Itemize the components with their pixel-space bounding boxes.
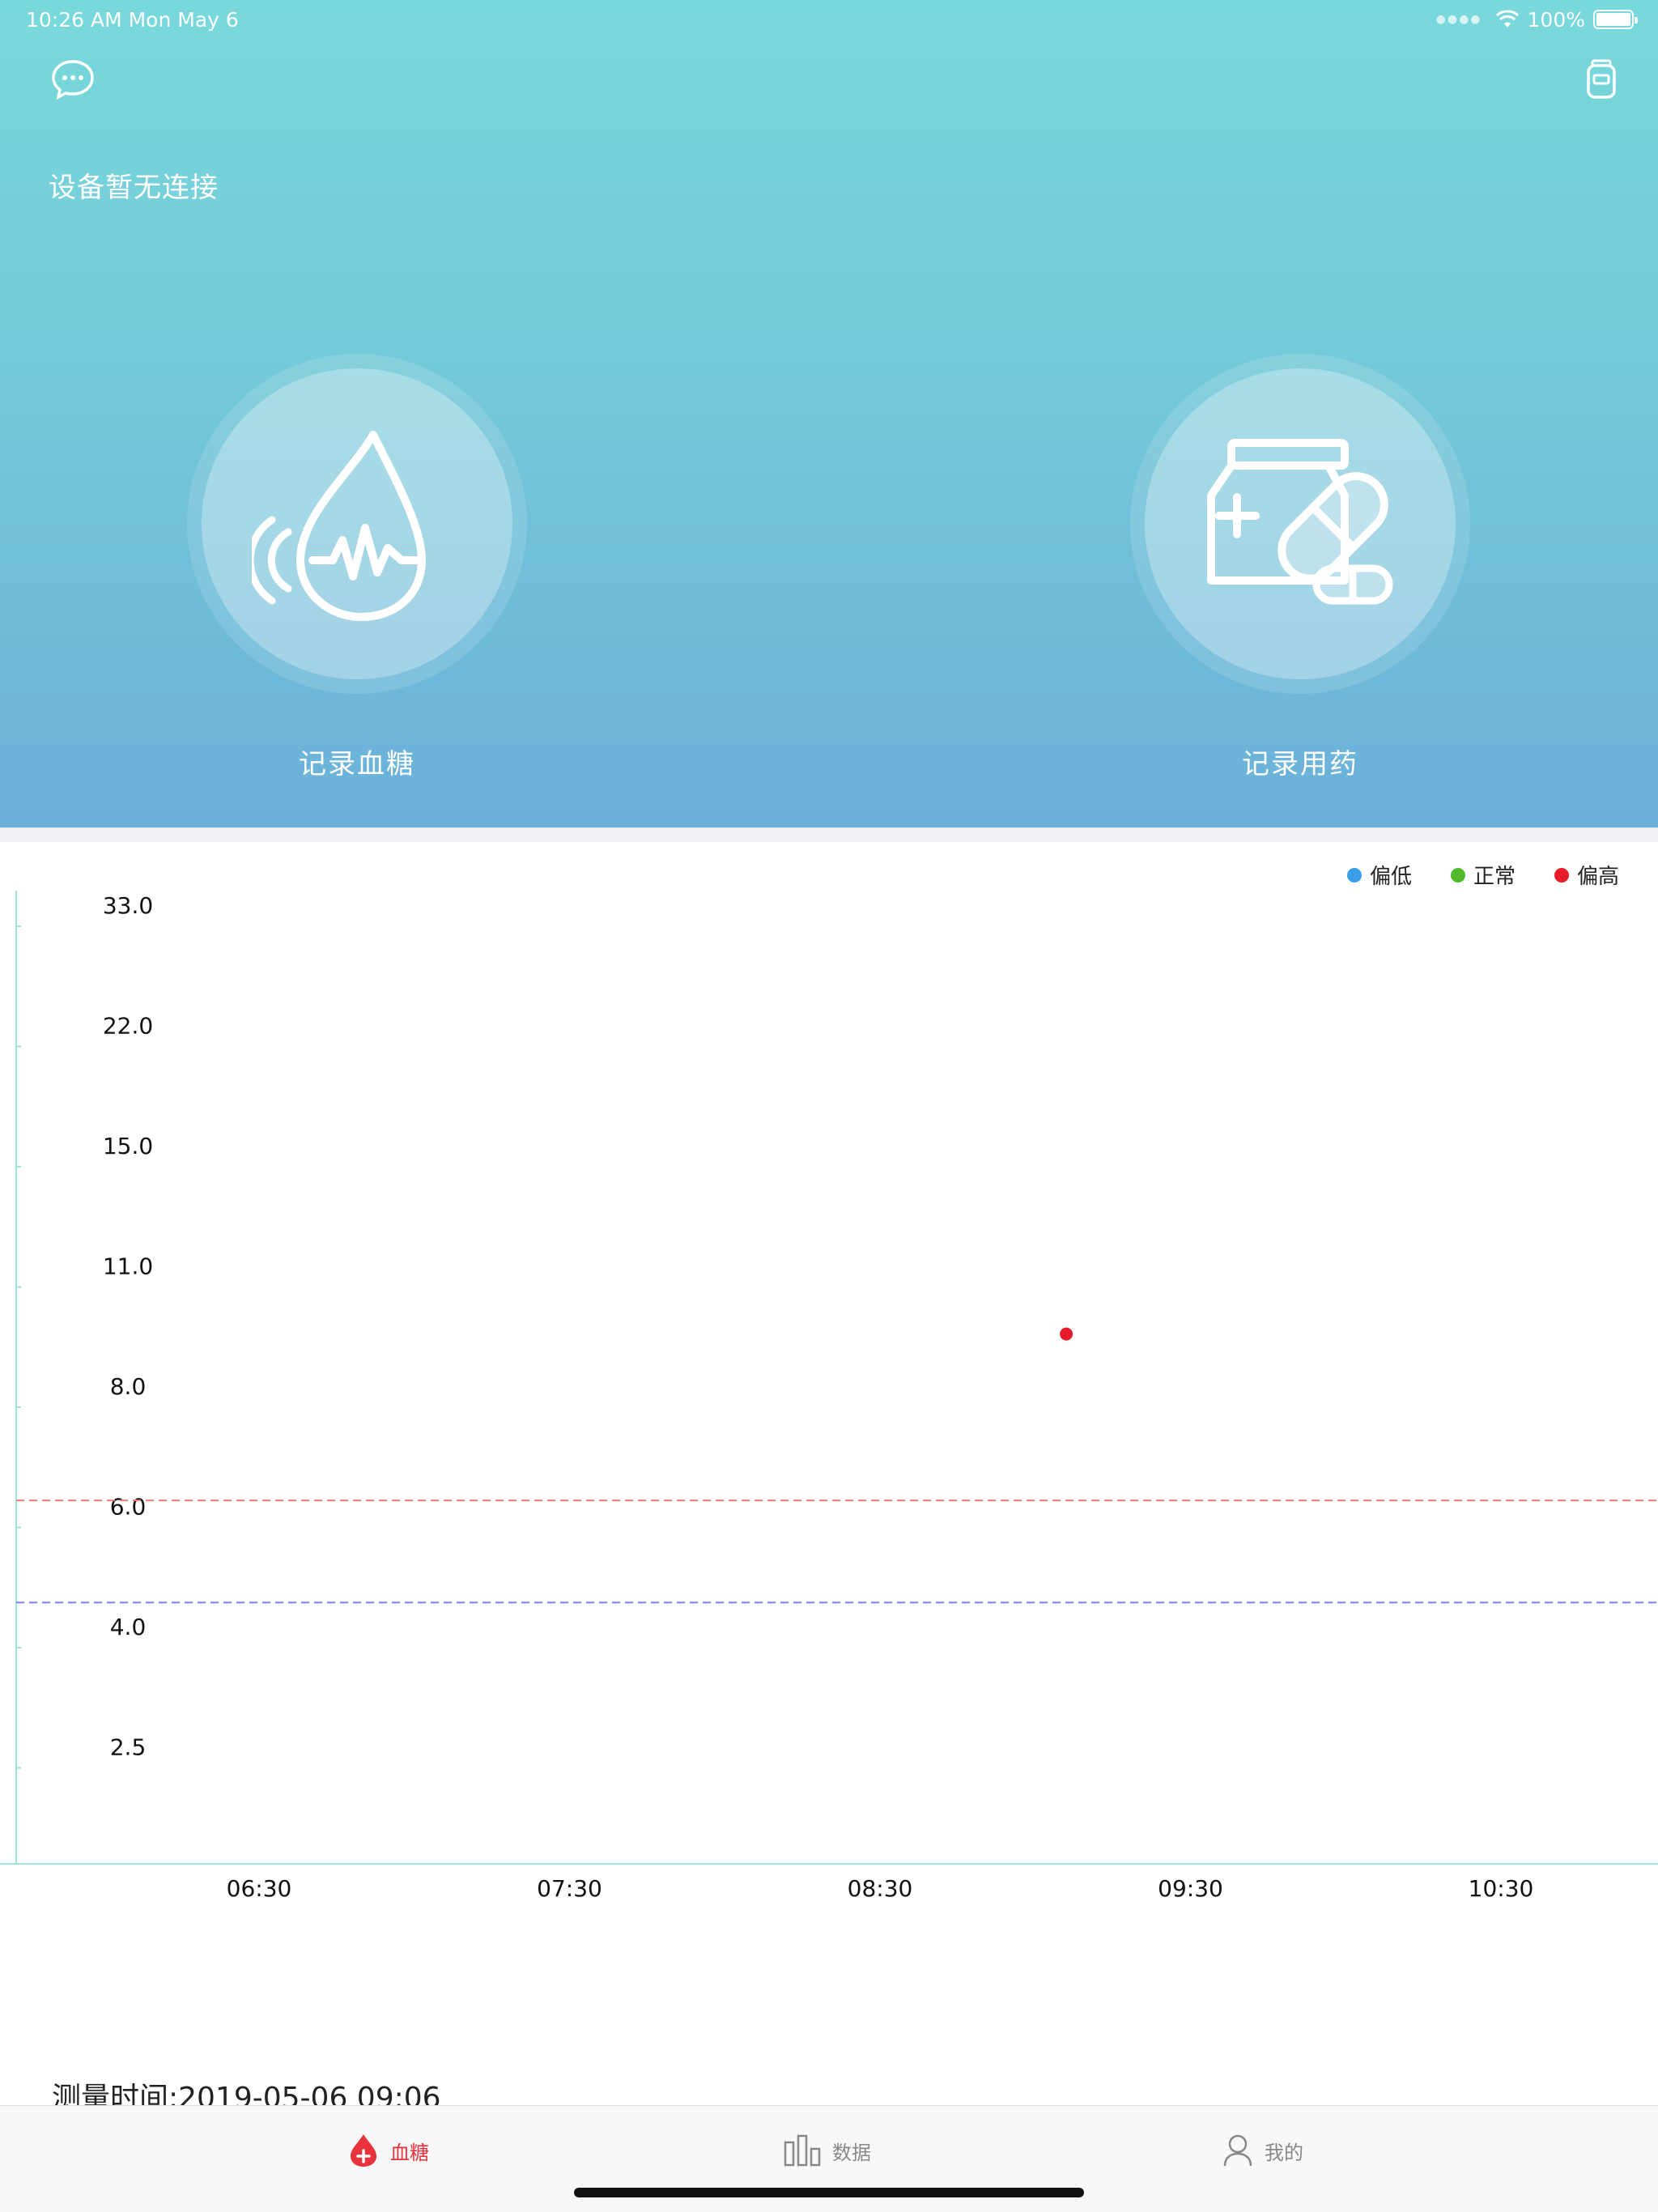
blood-drop-plus-icon [351, 2134, 376, 2167]
chat-icon[interactable] [50, 57, 96, 102]
device-icon[interactable] [1582, 57, 1621, 102]
y-tick-label: 22.0 [103, 1013, 153, 1040]
tab-data[interactable]: 数据 [784, 2130, 871, 2171]
person-icon [1223, 2134, 1252, 2167]
medicine-bottle-pill-icon [1207, 439, 1393, 605]
battery-icon [1593, 10, 1638, 29]
x-tick-label: 08:30 [848, 1875, 913, 1902]
status-bar: 10:26 AM Mon May 6 ●●●● 100% [0, 0, 1658, 39]
x-tick-label: 06:30 [227, 1875, 292, 1902]
tab-blood-glucose[interactable]: 血糖 [348, 2130, 429, 2171]
y-tick-label: 8.0 [110, 1373, 147, 1400]
chart-plot-area[interactable]: 2.5 4.0 6.0 8.0 11.0 15.0 22.0 33.0 06:30 07:30 08… [0, 842, 1658, 1935]
data-point [1060, 1327, 1073, 1341]
tab-blood-glucose-label: 血糖 [390, 2141, 429, 2164]
connection-status: 设备暂无连接 [49, 172, 219, 204]
blood-glucose-chart: 偏低 正常 偏高 2.5 4.0 6.0 8.0 11.0 15.0 22.0 33.0 06:… [0, 842, 1658, 1935]
y-tick-label: 2.5 [110, 1734, 147, 1761]
record-blood-glucose-button[interactable] [187, 354, 527, 694]
x-tick-label: 10:30 [1469, 1875, 1534, 1902]
record-blood-glucose-label: 记录血糖 [299, 748, 415, 781]
bar-chart-icon [784, 2134, 821, 2167]
x-tick-label: 07:30 [537, 1875, 602, 1902]
battery-percent: 100% [1527, 7, 1585, 32]
record-medication-button[interactable] [1130, 354, 1470, 694]
y-tick-label: 6.0 [110, 1494, 147, 1521]
cellular-signal-icon: ●●●● [1435, 13, 1482, 26]
header-panel: 10:26 AM Mon May 6 ●●●● 100% 设备暂无连接 记录血糖… [0, 0, 1658, 827]
y-tick-label: 4.0 [110, 1614, 147, 1640]
tab-mine-label: 我的 [1265, 2141, 1303, 2164]
y-tick-label: 33.0 [103, 892, 153, 919]
y-tick-label: 15.0 [103, 1133, 153, 1159]
blood-drop-wave-icon [252, 431, 426, 621]
wifi-icon [1495, 10, 1519, 28]
record-medication-label: 记录用药 [1242, 748, 1358, 781]
status-time: 10:26 AM Mon May 6 [26, 8, 239, 32]
tab-data-label: 数据 [832, 2141, 871, 2164]
x-tick-label: 09:30 [1158, 1875, 1223, 1902]
home-indicator [574, 2188, 1084, 2197]
section-divider [0, 827, 1658, 842]
tab-mine[interactable]: 我的 [1222, 2130, 1303, 2171]
y-tick-label: 11.0 [103, 1253, 153, 1280]
status-indicators: ●●●● 100% [1435, 7, 1638, 32]
